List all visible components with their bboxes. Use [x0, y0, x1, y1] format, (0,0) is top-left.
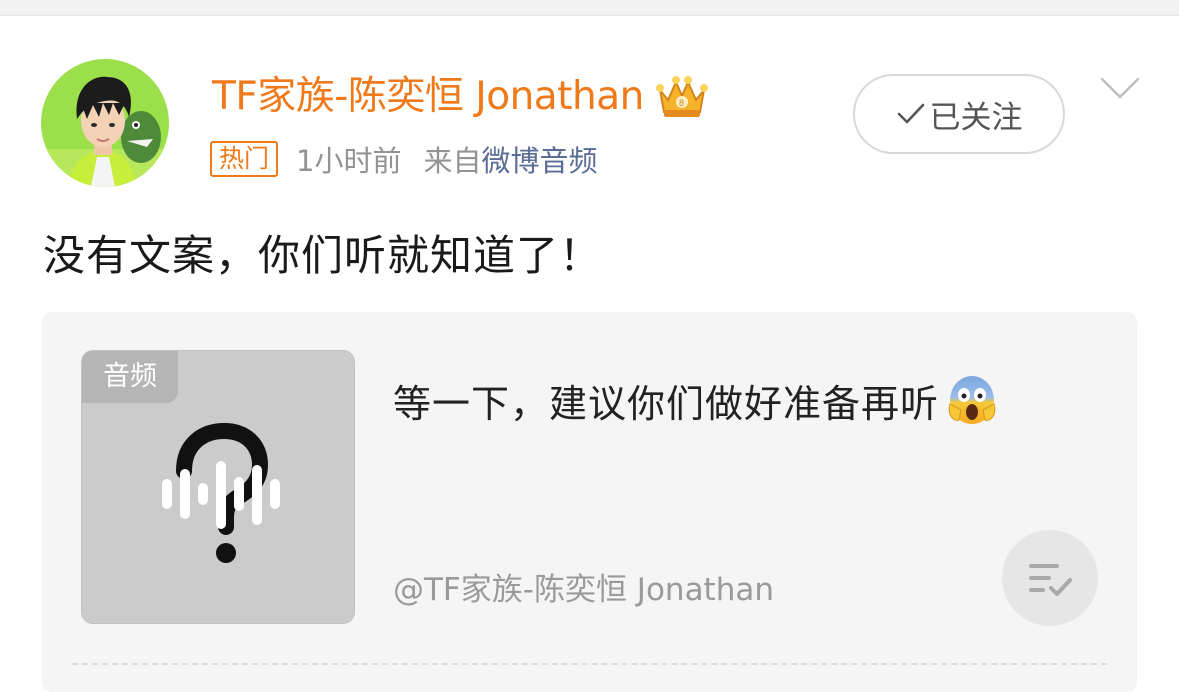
audio-author[interactable]: @TF家族-陈奕恒 Jonathan	[393, 564, 774, 609]
chevron-down-icon[interactable]	[1100, 76, 1140, 100]
meta-row: 热门 1小时前 来自 微博音频	[210, 138, 598, 180]
check-icon	[897, 103, 924, 124]
avatar[interactable]	[41, 59, 169, 187]
card-divider	[72, 663, 1107, 665]
audio-title[interactable]: 等一下，建议你们做好准备再听	[393, 373, 939, 428]
screaming-face-emoji	[948, 376, 996, 424]
source-link[interactable]: 微博音频	[481, 138, 597, 180]
follow-label: 已关注	[929, 99, 1023, 136]
follow-button[interactable]: 已关注	[853, 74, 1065, 154]
hot-badge: 热门	[210, 141, 279, 177]
svg-text:8: 8	[679, 98, 684, 108]
post-text: 没有文案，你们听就知道了！	[43, 231, 603, 280]
playlist-check-icon	[1029, 564, 1072, 596]
from-label: 来自	[423, 144, 482, 178]
audio-title-row: 等一下，建议你们做好准备再听	[393, 372, 997, 428]
add-to-playlist-button[interactable]	[1002, 530, 1098, 626]
top-separator-band	[0, 0, 1179, 16]
post-time: 1小时前	[296, 144, 402, 178]
author-row: TF家族-陈奕恒 Jonathan 8	[212, 70, 710, 124]
author-name[interactable]: TF家族-陈奕恒 Jonathan	[212, 70, 644, 124]
audio-cover-tag: 音频	[82, 351, 178, 403]
audio-cover[interactable]: 音频	[81, 350, 355, 624]
crown-icon: 8	[655, 76, 708, 117]
question-waveform-icon	[162, 422, 280, 563]
